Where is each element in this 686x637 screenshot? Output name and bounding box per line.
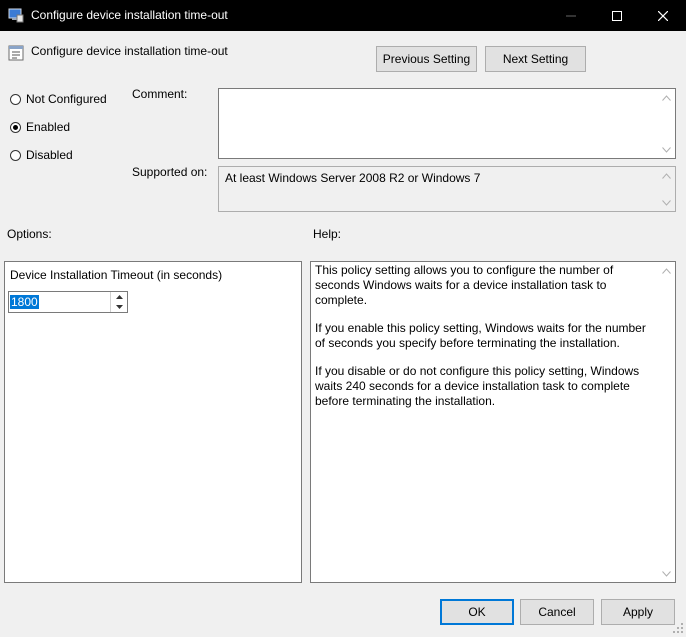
help-paragraph: If you enable this policy setting, Windo…: [315, 321, 646, 350]
maximize-icon: [612, 10, 622, 21]
timeout-value[interactable]: 1800: [10, 295, 39, 309]
cancel-button[interactable]: Cancel: [520, 599, 594, 625]
radio-label: Not Configured: [26, 92, 107, 106]
maximize-button[interactable]: [594, 0, 640, 31]
radio-circle[interactable]: [10, 93, 21, 105]
apply-button[interactable]: Apply: [601, 599, 675, 625]
options-label: Options:: [7, 227, 52, 241]
spin-down-icon[interactable]: [111, 302, 127, 312]
comment-textarea[interactable]: [218, 88, 676, 159]
radio-label: Enabled: [26, 120, 71, 134]
policy-title: Configure device installation time-out: [31, 44, 228, 58]
close-icon: [658, 10, 668, 21]
app-icon: [8, 7, 24, 23]
spin-up-icon[interactable]: [111, 292, 127, 302]
help-paragraph: If you disable or do not configure this …: [315, 364, 640, 408]
help-paragraph: This policy setting allows you to config…: [315, 263, 614, 307]
size-grip-icon[interactable]: [672, 622, 684, 634]
policy-icon: [8, 45, 24, 61]
help-text: This policy setting allows you to config…: [315, 263, 650, 422]
close-button[interactable]: [640, 0, 686, 31]
title-bar: Configure device installation time-out: [0, 0, 686, 31]
scroll-up-icon[interactable]: [662, 266, 671, 275]
supported-on-label: Supported on:: [132, 165, 208, 179]
scroll-down-icon[interactable]: [662, 569, 671, 578]
radio-label: Disabled: [26, 148, 73, 162]
scroll-down-icon[interactable]: [662, 198, 671, 207]
radio-circle[interactable]: [10, 149, 21, 161]
scroll-down-icon[interactable]: [662, 145, 671, 154]
radio-circle-selected[interactable]: [10, 121, 21, 133]
minimize-button[interactable]: [548, 0, 594, 31]
radio-disabled[interactable]: Disabled: [10, 148, 73, 162]
help-scrollbar[interactable]: [658, 262, 675, 582]
next-setting-button[interactable]: Next Setting: [485, 46, 586, 72]
radio-not-configured[interactable]: Not Configured: [10, 92, 107, 106]
supported-on-value: At least Windows Server 2008 R2 or Windo…: [225, 171, 481, 185]
supported-on-field: At least Windows Server 2008 R2 or Windo…: [218, 166, 676, 212]
timeout-label: Device Installation Timeout (in seconds): [10, 268, 223, 282]
comment-scrollbar[interactable]: [658, 89, 675, 158]
window-title: Configure device installation time-out: [31, 8, 228, 22]
scroll-up-icon[interactable]: [662, 171, 671, 180]
comment-label: Comment:: [132, 87, 188, 101]
timeout-spinbox[interactable]: 1800: [8, 291, 128, 313]
previous-setting-button[interactable]: Previous Setting: [376, 46, 477, 72]
help-label: Help:: [313, 227, 342, 241]
supported-scrollbar[interactable]: [658, 167, 675, 211]
scroll-up-icon[interactable]: [662, 93, 671, 102]
spin-buttons: [110, 292, 127, 312]
ok-button[interactable]: OK: [440, 599, 514, 625]
minimize-icon: [566, 15, 576, 16]
radio-enabled[interactable]: Enabled: [10, 120, 70, 134]
